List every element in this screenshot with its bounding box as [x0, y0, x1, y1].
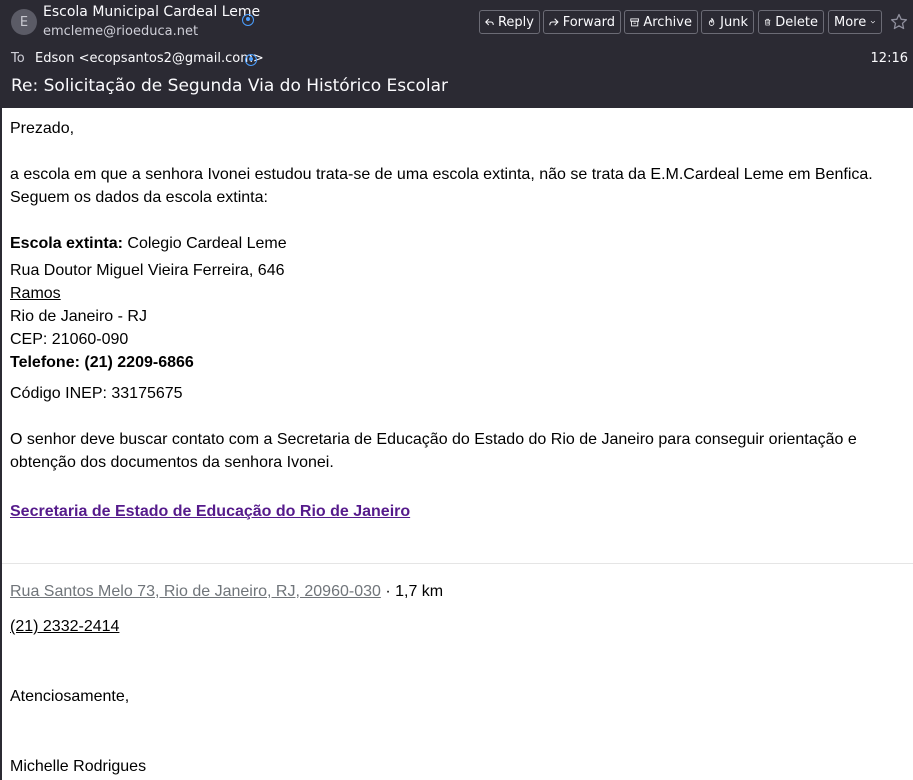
add-contact-icon[interactable]: [245, 54, 257, 66]
reply-button[interactable]: Reply: [479, 10, 540, 34]
delete-label: Delete: [775, 14, 818, 30]
star-icon[interactable]: [890, 13, 908, 31]
junk-button[interactable]: Junk: [701, 10, 754, 34]
school-phone: Telefone: (21) 2209-6866: [10, 354, 194, 371]
forward-label: Forward: [562, 14, 615, 30]
reply-icon: [485, 18, 494, 26]
map-address-link[interactable]: Rua Santos Melo 73, Rio de Janeiro, RJ, …: [10, 583, 381, 600]
extinct-school: Escola extinta: Colegio Cardeal Leme: [10, 235, 287, 253]
message-body: Prezado, a escola em que a senhora Ivone…: [0, 108, 913, 780]
inep-code: Código INEP: 33175675: [10, 385, 183, 402]
paragraph-line: a escola em que a senhora Ivonei estudou…: [10, 166, 873, 183]
recipient[interactable]: Edson <ecopsantos2@gmail.com>: [35, 51, 264, 66]
delete-button[interactable]: Delete: [758, 10, 824, 34]
greeting: Prezado,: [10, 120, 75, 137]
message-time: 12:16: [870, 51, 908, 66]
extinct-school-label: Escola extinta:: [10, 235, 123, 252]
address-city: Rio de Janeiro - RJ: [10, 308, 147, 325]
archive-icon: [630, 18, 639, 27]
add-contact-icon[interactable]: [242, 14, 254, 26]
extinct-school-name: Colegio Cardeal Leme: [122, 235, 287, 252]
to-label: To: [11, 51, 25, 66]
address-district[interactable]: Ramos: [10, 285, 61, 303]
more-button[interactable]: More: [828, 10, 882, 34]
forward-icon: [549, 18, 559, 26]
divider: [2, 563, 913, 564]
address-street: Rua Doutor Miguel Vieira Ferreira, 646: [10, 262, 285, 279]
more-label: More: [834, 14, 867, 30]
sender-avatar: E: [11, 9, 37, 35]
sender-email[interactable]: emcleme@rioeduca.net: [43, 24, 198, 39]
archive-label: Archive: [643, 14, 692, 30]
paragraph-line: Seguem os dados da escola extinta:: [10, 189, 268, 206]
closing: Atenciosamente,: [10, 688, 130, 705]
sender-name[interactable]: Escola Municipal Cardeal Leme: [43, 4, 260, 20]
paragraph-line: obtenção dos documentos da senhora Ivone…: [10, 454, 334, 471]
message-header: E Escola Municipal Cardeal Leme emcleme@…: [0, 0, 913, 108]
paragraph-line: O senhor deve buscar contato com a Secre…: [10, 431, 857, 448]
address-district-link[interactable]: Ramos: [10, 285, 61, 302]
message-subject: Re: Solicitação de Segunda Via do Histór…: [11, 76, 449, 96]
forward-button[interactable]: Forward: [543, 10, 621, 34]
archive-button[interactable]: Archive: [624, 10, 698, 34]
chevron-down-icon: [870, 20, 876, 24]
map-phone-link[interactable]: (21) 2332-2414: [10, 618, 119, 635]
trash-icon: [764, 18, 771, 26]
signature: Michelle Rodrigues: [10, 758, 147, 775]
map-result: Rua Santos Melo 73, Rio de Janeiro, RJ, …: [10, 583, 443, 601]
reply-label: Reply: [497, 14, 534, 30]
address-cep: CEP: 21060-090: [10, 331, 129, 348]
map-distance: · 1,7 km: [380, 583, 444, 600]
junk-fire-icon: [708, 17, 715, 26]
secretaria-link[interactable]: Secretaria de Estado de Educação do Rio …: [10, 503, 410, 520]
junk-label: Junk: [720, 14, 748, 30]
